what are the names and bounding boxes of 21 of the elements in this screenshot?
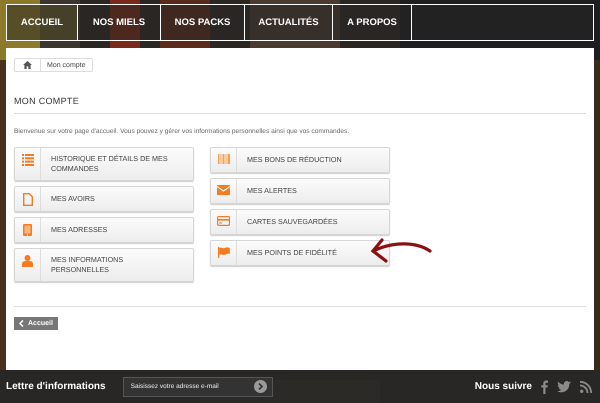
nav-tab[interactable]: NOS PACKS	[161, 4, 245, 41]
tablet-icon	[23, 224, 32, 236]
flag-icon	[218, 247, 230, 258]
newsletter-title: Lettre d'informations	[6, 381, 106, 392]
nav-tab[interactable]: ACTUALITÉS	[245, 4, 333, 41]
list-icon	[22, 154, 34, 166]
nav-tab[interactable]: NOS MIELS	[78, 4, 161, 41]
envelope-icon	[217, 185, 230, 195]
home-icon	[23, 61, 32, 69]
rss-icon[interactable]	[580, 380, 592, 392]
credit-card-icon	[217, 216, 230, 226]
file-icon	[22, 193, 32, 206]
nav-tab[interactable]: A PROPOS	[333, 4, 412, 41]
user-icon	[22, 255, 33, 267]
bird-icon[interactable]	[557, 380, 571, 392]
page-title: MON COMPTE	[14, 96, 586, 114]
follow-title: Nous suivre	[474, 381, 532, 392]
nav-tab[interactable]: ACCUEIL	[6, 4, 78, 41]
barcode-icon	[218, 154, 230, 164]
facebook-icon[interactable]	[541, 380, 548, 394]
chevron-left-icon	[19, 320, 24, 327]
